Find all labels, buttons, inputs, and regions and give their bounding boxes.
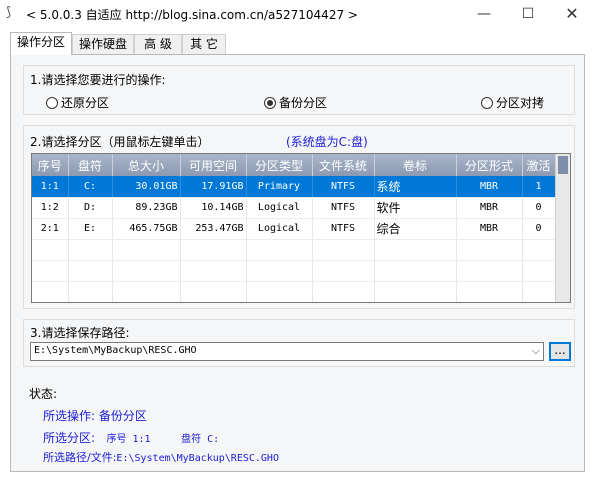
cell-free: 253.47GB [180, 218, 247, 240]
status-path-value: E:\System\MyBackup\RESC.GHO [116, 453, 279, 464]
table-scrollbar[interactable] [555, 154, 570, 302]
radio-circle [46, 97, 58, 109]
close-button[interactable]: ✕ [550, 0, 594, 28]
table-row[interactable]: 2:1 E: 465.75GB 253.47GB Logical NTFS 综合… [32, 218, 556, 240]
cell-volume: 系统 [374, 176, 457, 198]
maximize-button[interactable]: ☐ [506, 0, 550, 28]
cell-free: 10.14GB [180, 197, 247, 219]
cell-scheme: MBR [456, 197, 523, 219]
cell-index: 2:1 [32, 218, 69, 240]
system-disk-note: (系统盘为C:盘) [286, 135, 368, 149]
cell-active: 0 [522, 197, 556, 219]
cell-scheme: MBR [456, 176, 523, 198]
cell-total: 89.23GB [112, 197, 181, 219]
operation-label: 1.请选择您要进行的操作: [30, 73, 166, 87]
radio-backup-label: 备份分区 [279, 96, 328, 110]
partition-table: 序号 盘符 总大小 可用空间 分区类型 文件系统 卷标 分区形式 激活 1:1 [31, 153, 571, 303]
partition-label: 2.请选择分区（用鼠标左键单击） [30, 135, 210, 149]
status-partition-prefix: 所选分区: [43, 431, 96, 445]
col-header[interactable]: 卷标 [374, 154, 457, 176]
cell-fs: NTFS [312, 218, 375, 240]
status-label: 状态: [29, 387, 58, 401]
cell-active: 1 [522, 176, 556, 198]
status-partition: 所选分区: 序号 1:1 盘符 C: [43, 429, 219, 446]
cell-free: 17.91GB [180, 176, 247, 198]
save-path-group: 3.请选择保存路径: E:\System\MyBackup\RESC.GHO ⌵… [23, 319, 575, 367]
save-path-combo[interactable]: E:\System\MyBackup\RESC.GHO ⌵ [30, 342, 544, 361]
cell-total: 30.01GB [112, 176, 181, 198]
cell-index: 1:2 [32, 197, 69, 219]
empty-row [32, 281, 556, 302]
tab-operate-partition[interactable]: 操作分区 [10, 32, 72, 55]
col-header[interactable]: 可用空间 [180, 154, 247, 176]
col-header[interactable]: 总大小 [112, 154, 181, 176]
cell-volume: 软件 [374, 197, 457, 219]
cell-total: 465.75GB [112, 218, 181, 240]
cell-drive: C: [68, 176, 113, 198]
tab-panel: 1.请选择您要进行的操作: 还原分区 备份分区 分区对拷 2.请选择分区（用鼠标… [10, 54, 585, 472]
cell-index: 1:1 [32, 176, 69, 198]
radio-copy-label: 分区对拷 [496, 96, 545, 110]
empty-row [32, 239, 556, 261]
radio-restore-label: 还原分区 [61, 96, 110, 110]
chevron-down-icon[interactable]: ⌵ [532, 344, 540, 358]
tab-advanced[interactable]: 高 级 [134, 34, 182, 54]
radio-backup[interactable]: 备份分区 [264, 94, 327, 110]
cell-type: Logical [246, 197, 313, 219]
window-title: < 5.0.0.3 自适应 http://blog.sina.com.cn/a5… [26, 8, 358, 22]
cell-type: Logical [246, 218, 313, 240]
cell-drive: E: [68, 218, 113, 240]
col-header[interactable]: 分区形式 [456, 154, 523, 176]
partition-group: 2.请选择分区（用鼠标左键单击） (系统盘为C:盘) 序号 盘符 总大小 可用空… [23, 125, 575, 309]
cell-fs: NTFS [312, 197, 375, 219]
status-group: 状态: 所选操作: 备份分区 所选分区: 序号 1:1 盘符 C: 所选路径/文… [23, 377, 575, 467]
title-bar: ⟆ < 5.0.0.3 自适应 http://blog.sina.com.cn/… [0, 0, 595, 28]
empty-row [32, 260, 556, 282]
browse-button[interactable]: ... [549, 342, 571, 361]
status-path: 所选路径/文件:E:\System\MyBackup\RESC.GHO [43, 449, 279, 465]
col-header[interactable]: 序号 [32, 154, 69, 176]
cell-active: 0 [522, 218, 556, 240]
table-row[interactable]: 1:1 C: 30.01GB 17.91GB Primary NTFS 系统 M… [32, 176, 556, 198]
status-operation: 所选操作: 备份分区 [43, 409, 147, 423]
app-icon: ⟆ [6, 5, 12, 20]
cell-type: Primary [246, 176, 313, 198]
status-partition-index: 序号 1:1 [106, 434, 151, 445]
col-header[interactable]: 分区类型 [246, 154, 313, 176]
cell-drive: D: [68, 197, 113, 219]
save-path-label: 3.请选择保存路径: [30, 326, 130, 340]
tab-operate-disk[interactable]: 操作硬盘 [72, 34, 134, 54]
scrollbar-thumb[interactable] [558, 156, 568, 174]
minimize-button[interactable]: — [462, 0, 506, 28]
cell-fs: NTFS [312, 176, 375, 198]
status-path-prefix: 所选路径/文件: [43, 451, 117, 464]
cell-volume: 综合 [374, 218, 457, 240]
tab-other[interactable]: 其 它 [182, 34, 226, 54]
radio-restore[interactable]: 还原分区 [46, 94, 109, 110]
save-path-value: E:\System\MyBackup\RESC.GHO [34, 345, 197, 356]
radio-circle [481, 97, 493, 109]
col-header[interactable]: 文件系统 [312, 154, 375, 176]
table-header: 序号 盘符 总大小 可用空间 分区类型 文件系统 卷标 分区形式 激活 [32, 154, 556, 176]
radio-circle-checked [264, 97, 276, 109]
cell-scheme: MBR [456, 218, 523, 240]
table-row[interactable]: 1:2 D: 89.23GB 10.14GB Logical NTFS 软件 M… [32, 197, 556, 219]
status-partition-drive: 盘符 C: [181, 434, 220, 445]
operation-group: 1.请选择您要进行的操作: 还原分区 备份分区 分区对拷 [23, 65, 575, 115]
radio-copy[interactable]: 分区对拷 [481, 94, 544, 110]
col-header[interactable]: 激活 [522, 154, 556, 176]
col-header[interactable]: 盘符 [68, 154, 113, 176]
